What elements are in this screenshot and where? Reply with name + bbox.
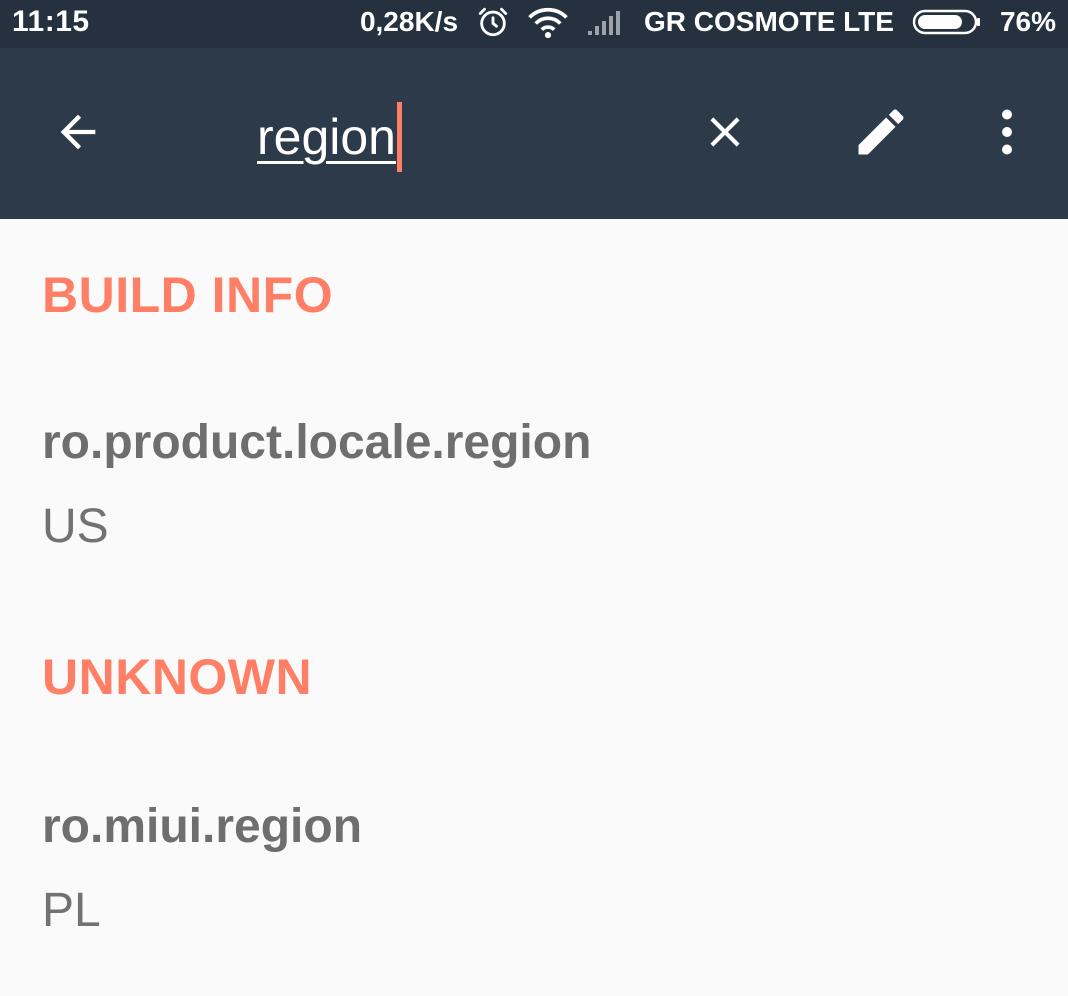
status-right-group: 0,28K/s GR COSMOTE LTE 76%: [360, 4, 1056, 40]
battery-percent: 76%: [999, 6, 1056, 37]
clear-icon: [700, 107, 750, 162]
edit-button[interactable]: [843, 96, 919, 172]
property-value: PL: [42, 884, 101, 937]
cell-signal-icon: [586, 7, 626, 37]
section-header-unknown: UNKNOWN: [42, 649, 313, 705]
property-key: ro.product.locale.region: [42, 416, 592, 469]
back-button[interactable]: [40, 96, 116, 172]
section-header-build-info: BUILD INFO: [42, 267, 334, 323]
wifi-icon: [528, 5, 568, 39]
more-vert-icon: [977, 102, 1037, 167]
search-query-text[interactable]: region: [257, 104, 396, 170]
status-time: 11:15: [12, 5, 90, 38]
alarm-icon: [476, 5, 510, 39]
property-key: ro.miui.region: [42, 800, 363, 853]
status-bar: 11:15 0,28K/s GR COSMOTE LTE 76%: [0, 0, 1068, 48]
text-cursor: [397, 102, 402, 172]
clear-button[interactable]: [687, 96, 763, 172]
search-input[interactable]: region: [257, 102, 402, 172]
back-arrow-icon: [52, 106, 104, 163]
battery-icon: [912, 8, 982, 36]
carrier-name: GR COSMOTE LTE: [644, 6, 894, 37]
property-value: US: [42, 500, 109, 553]
app-toolbar: region: [0, 48, 1068, 219]
network-speed: 0,28K/s: [359, 6, 459, 37]
edit-icon: [851, 102, 911, 167]
more-options-button[interactable]: [969, 96, 1045, 172]
